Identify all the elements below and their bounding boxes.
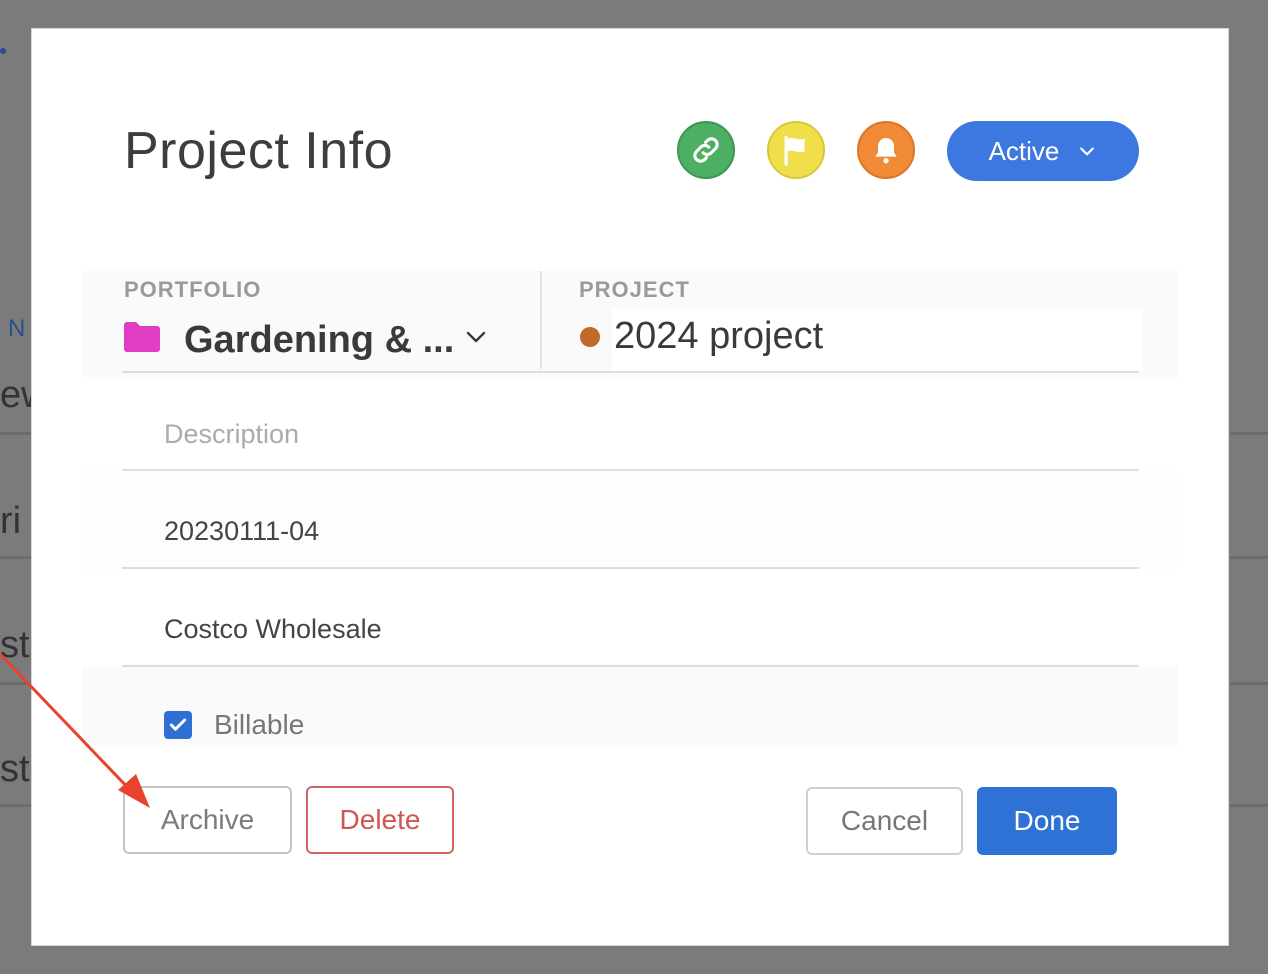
billable-checkbox[interactable] (164, 711, 192, 739)
background-divider (0, 682, 31, 685)
archive-button[interactable]: Archive (123, 786, 292, 854)
background-dot (0, 48, 6, 54)
row-divider (540, 271, 542, 369)
done-button[interactable]: Done (977, 787, 1117, 855)
background-divider (0, 556, 31, 559)
field-underline (122, 567, 1139, 569)
background-fragment: st (0, 624, 30, 666)
background-divider (0, 804, 31, 807)
project-code-input[interactable]: 20230111-04 (164, 516, 319, 547)
folder-icon (124, 322, 160, 352)
link-button[interactable] (677, 121, 735, 179)
chevron-down-icon (466, 331, 486, 343)
bell-icon (875, 138, 897, 164)
background-fragment: ri (0, 500, 22, 542)
billable-label: Billable (214, 709, 305, 740)
link-icon (693, 137, 719, 163)
flag-button[interactable] (767, 121, 825, 179)
project-label: PROJECT (579, 277, 690, 302)
background-divider (1230, 432, 1268, 435)
status-label: Active (988, 135, 1060, 166)
background-divider (1230, 804, 1268, 807)
background-divider (0, 432, 31, 435)
cancel-button[interactable]: Cancel (806, 787, 963, 855)
project-name-value: 2024 project (614, 315, 824, 357)
project-info-dialog: Project Info Active PORTFOLIO PROJECT Ga… (31, 28, 1229, 946)
client-input[interactable]: Costco Wholesale (164, 614, 382, 645)
flag-icon (784, 135, 805, 166)
portfolio-value: Gardening & ... (184, 319, 455, 361)
dialog-title: Project Info (124, 122, 394, 180)
field-underline (122, 371, 1139, 373)
chevron-down-icon (1080, 147, 1095, 156)
delete-button[interactable]: Delete (306, 786, 454, 854)
background-fragment: N (8, 315, 26, 342)
description-input[interactable]: Description (164, 419, 299, 450)
background-fragment: st (0, 748, 30, 790)
status-dropdown[interactable]: Active (947, 121, 1139, 181)
notification-button[interactable] (857, 121, 915, 179)
background-divider (1230, 556, 1268, 559)
portfolio-label: PORTFOLIO (124, 277, 262, 302)
checkmark-icon (169, 718, 187, 731)
background-divider (1230, 682, 1268, 685)
project-color-dot (580, 327, 600, 347)
